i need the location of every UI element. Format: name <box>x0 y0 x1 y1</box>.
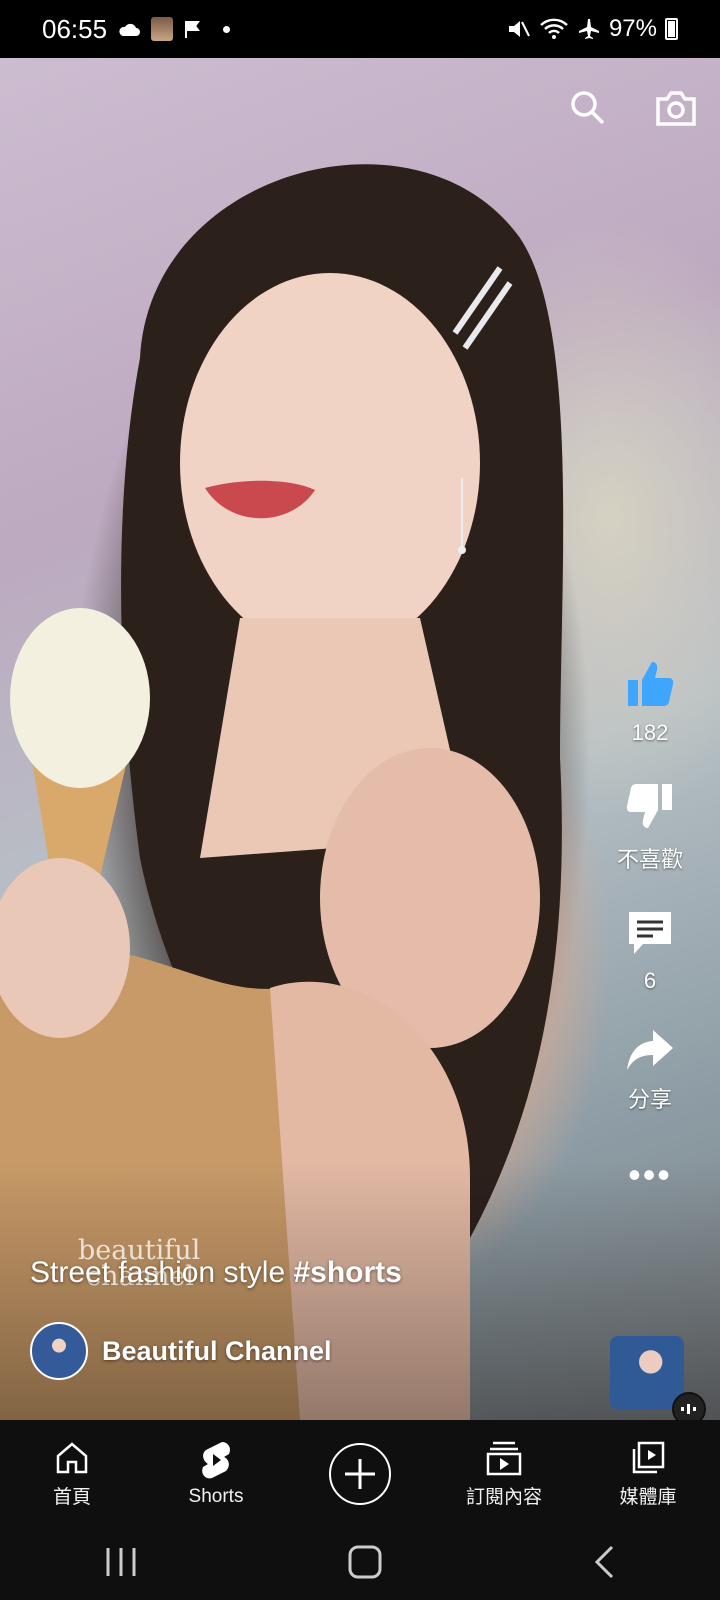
nav-subscriptions-label: 訂閱內容 <box>465 1486 542 1508</box>
channel-row[interactable]: Beautiful Channel <box>30 1322 332 1380</box>
sound-badge <box>672 1392 706 1420</box>
back-button[interactable] <box>592 1544 616 1585</box>
nav-library-label: 媒體庫 <box>619 1486 677 1508</box>
subscriptions-icon <box>486 1441 522 1475</box>
recents-icon <box>106 1547 136 1576</box>
thumbs-up-icon <box>628 662 674 706</box>
status-left: 06:55 <box>42 13 231 45</box>
more-options-button[interactable]: ••• <box>628 1154 672 1196</box>
search-icon <box>571 91 605 125</box>
channel-name[interactable]: Beautiful Channel <box>102 1336 332 1367</box>
dot-icon <box>223 25 231 33</box>
mute-icon <box>508 21 530 37</box>
caption-text: Street fashion style <box>30 1256 294 1289</box>
home-system-button[interactable] <box>347 1544 383 1585</box>
thumbs-down-icon <box>626 784 672 828</box>
library-icon <box>632 1441 665 1473</box>
battery-level: 97% <box>608 15 657 42</box>
dislike-button[interactable]: 不喜歡 <box>617 780 683 874</box>
video-caption[interactable]: Street fashion style #shorts <box>30 1256 402 1290</box>
bottom-nav: 首頁 Shorts 訂閱內容 媒體庫 <box>0 1420 720 1528</box>
camera-icon <box>656 91 696 126</box>
create-button[interactable] <box>329 1443 391 1505</box>
like-button[interactable]: 182 <box>624 658 676 746</box>
status-right: 97% <box>507 15 678 43</box>
share-label: 分享 <box>627 1087 672 1112</box>
wifi-icon <box>540 18 568 39</box>
search-button[interactable] <box>566 86 610 130</box>
like-count: 182 <box>631 720 669 745</box>
avatar-icon <box>151 17 174 41</box>
comment-count: 6 <box>643 968 657 993</box>
nav-home[interactable]: 首頁 <box>12 1440 132 1509</box>
battery-icon <box>665 18 678 40</box>
flag-icon <box>185 21 201 38</box>
action-rail: 182 不喜歡 6 分享 ••• <box>600 658 700 1196</box>
share-icon <box>627 1030 673 1070</box>
caption-hashtag[interactable]: #shorts <box>293 1256 401 1289</box>
audio-icon <box>681 1404 696 1414</box>
plus-icon <box>345 1459 375 1489</box>
status-time: 06:55 <box>42 13 108 44</box>
nav-library[interactable]: 媒體庫 <box>588 1440 708 1509</box>
dislike-label: 不喜歡 <box>616 847 683 872</box>
nav-shorts-label: Shorts <box>188 1486 244 1507</box>
shorts-icon <box>202 1442 231 1479</box>
home-icon <box>56 1441 88 1473</box>
sound-thumbnail[interactable] <box>610 1336 684 1410</box>
comment-icon <box>629 912 671 954</box>
comments-button[interactable]: 6 <box>625 908 675 994</box>
shorts-video[interactable]: 182 不喜歡 6 分享 ••• beautiful channel Stree… <box>0 58 720 1420</box>
nav-home-label: 首頁 <box>52 1486 91 1508</box>
nav-shorts[interactable]: Shorts <box>156 1440 276 1508</box>
cloud-icon <box>119 23 141 36</box>
nav-subscriptions[interactable]: 訂閱內容 <box>444 1440 564 1509</box>
nav-create[interactable] <box>300 1443 420 1505</box>
home-square-icon <box>348 1545 382 1578</box>
channel-avatar[interactable] <box>30 1322 88 1380</box>
airplane-icon <box>578 19 599 39</box>
share-button[interactable]: 分享 <box>625 1028 675 1114</box>
back-icon <box>594 1545 613 1578</box>
recents-button[interactable] <box>104 1546 138 1583</box>
system-nav-bar <box>0 1528 720 1600</box>
top-icons <box>566 86 698 130</box>
camera-button[interactable] <box>654 86 698 130</box>
status-bar: 06:55 97% <box>0 0 720 58</box>
